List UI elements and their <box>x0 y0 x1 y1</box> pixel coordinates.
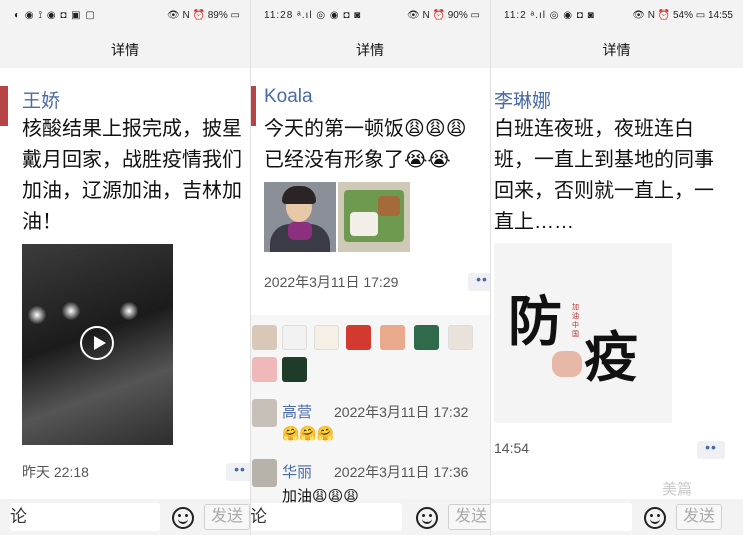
status-icons-right: 👁 N ⏰ 90% ▭ <box>407 10 480 21</box>
like-avatar[interactable] <box>314 325 339 350</box>
emoji-icon[interactable] <box>416 507 438 529</box>
comment-input[interactable]: 论 <box>10 503 160 531</box>
likes-comments-area: 高营 2022年3月11日 17:32 🤗🤗🤗 华丽 2022年3月11日 17… <box>250 315 490 505</box>
post-photo-selfie[interactable] <box>264 182 336 252</box>
commenter-avatar[interactable] <box>252 459 277 487</box>
photo-hair <box>282 186 316 204</box>
street-light <box>28 306 46 324</box>
author-nickname[interactable]: 李琳娜 <box>494 86 551 113</box>
play-icon[interactable] <box>80 326 114 360</box>
post-photo-meal[interactable] <box>338 182 410 252</box>
video-thumbnail[interactable] <box>22 244 173 445</box>
status-icons-left: ◐ ◉ ⟟ ◉ ◘ ▣ ▢ <box>14 10 96 21</box>
fist-icon <box>552 351 582 377</box>
post-text: 核酸结果上报完成，披星 戴月回家，战胜疫情我们 加油，辽源加油，吉林加 油！ <box>22 118 242 233</box>
comment-time: 2022年3月11日 17:32 <box>334 404 469 420</box>
author-nickname[interactable]: 王娇 <box>22 86 60 113</box>
moment-detail-panel-1: ◐ ◉ ⟟ ◉ ◘ ▣ ▢ 👁 N ⏰ 89% ▭ 详情 王娇 核酸结果上报完成… <box>0 0 250 535</box>
image-character: 防 <box>508 289 562 353</box>
status-icons-left: 11:28 ᵃ.ıl ◎ ◉ ◘ ◙ <box>264 10 362 21</box>
commenter-avatar[interactable] <box>252 399 277 427</box>
comment-text: 加油😩😩😩 <box>282 488 359 505</box>
emoji-icon[interactable] <box>172 507 194 529</box>
status-bar: ◐ ◉ ⟟ ◉ ◘ ▣ ▢ 👁 N ⏰ 89% ▭ <box>0 0 250 32</box>
like-avatar[interactable] <box>282 325 307 350</box>
status-bar: 11:2 ᵃ.ıl ◎ ◉ ◘ ◙ 👁 N ⏰ 54% ▭ 14:55 <box>490 0 743 32</box>
like-avatar[interactable] <box>252 357 277 382</box>
commenter-name[interactable]: 华丽 <box>282 461 312 482</box>
commenter-name[interactable]: 高营 <box>282 401 312 422</box>
comment-input[interactable]: 论 <box>250 503 402 531</box>
status-icons-left: 11:2 ᵃ.ıl ◎ ◉ ◘ ◙ <box>504 10 595 21</box>
status-bar: 11:28 ᵃ.ıl ◎ ◉ ◘ ◙ 👁 N ⏰ 90% ▭ <box>250 0 490 32</box>
author-avatar[interactable] <box>0 86 8 126</box>
post-timestamp: 14:54 <box>494 440 530 456</box>
comment-input[interactable] <box>490 503 632 531</box>
send-button[interactable]: 发送 <box>204 504 250 530</box>
post-timestamp: 昨天 22:18 <box>22 464 89 480</box>
like-avatar[interactable] <box>380 325 405 350</box>
more-actions-button[interactable]: •• <box>226 462 250 481</box>
like-avatar[interactable] <box>448 325 473 350</box>
image-character: 疫 <box>584 325 638 389</box>
post-text: 白班连夜班，夜班连白 班，一直上到基地的同事 回来，否则就一直上，一 直上…… <box>494 118 714 233</box>
more-actions-button[interactable]: •• <box>697 440 725 459</box>
like-avatar[interactable] <box>414 325 439 350</box>
status-icons-right: 👁 N ⏰ 54% ▭ 14:55 <box>632 10 733 21</box>
comment-bar: 发送 <box>490 499 743 535</box>
panel-divider <box>250 0 251 535</box>
photo-dish <box>378 196 400 216</box>
street-light <box>62 302 80 320</box>
post-text: 今天的第一顿饭😩😩😩 已经没有形象了😭😭 <box>264 118 467 171</box>
watermark-logo: 美篇 <box>662 481 693 498</box>
more-actions-button[interactable]: •• <box>468 272 490 291</box>
send-button[interactable]: 发送 <box>676 504 722 530</box>
street-light <box>120 302 138 320</box>
panel-divider <box>490 0 491 535</box>
like-avatar[interactable] <box>346 325 371 350</box>
send-button[interactable]: 发送 <box>448 504 490 530</box>
post-image-epidemic-prevention[interactable]: 防 加油中国 疫 <box>494 243 672 423</box>
comment-bar: 论 发送 <box>0 499 250 535</box>
comment-text: 🤗🤗🤗 <box>282 425 335 441</box>
page-title: 详情 <box>0 32 250 68</box>
post-timestamp: 2022年3月11日 17:29 <box>264 274 399 290</box>
page-title: 详情 <box>250 32 490 68</box>
image-caption: 加油中国 <box>572 304 579 338</box>
author-nickname[interactable]: Koala <box>264 86 313 108</box>
emoji-icon[interactable] <box>644 507 666 529</box>
comment-time: 2022年3月11日 17:36 <box>334 464 469 480</box>
photo-scarf <box>288 222 312 240</box>
status-icons-right: 👁 N ⏰ 89% ▭ <box>167 10 240 21</box>
page-title: 详情 <box>490 32 743 68</box>
like-avatar[interactable] <box>282 357 307 382</box>
like-avatar[interactable] <box>252 325 277 350</box>
photo-rice <box>350 212 378 236</box>
